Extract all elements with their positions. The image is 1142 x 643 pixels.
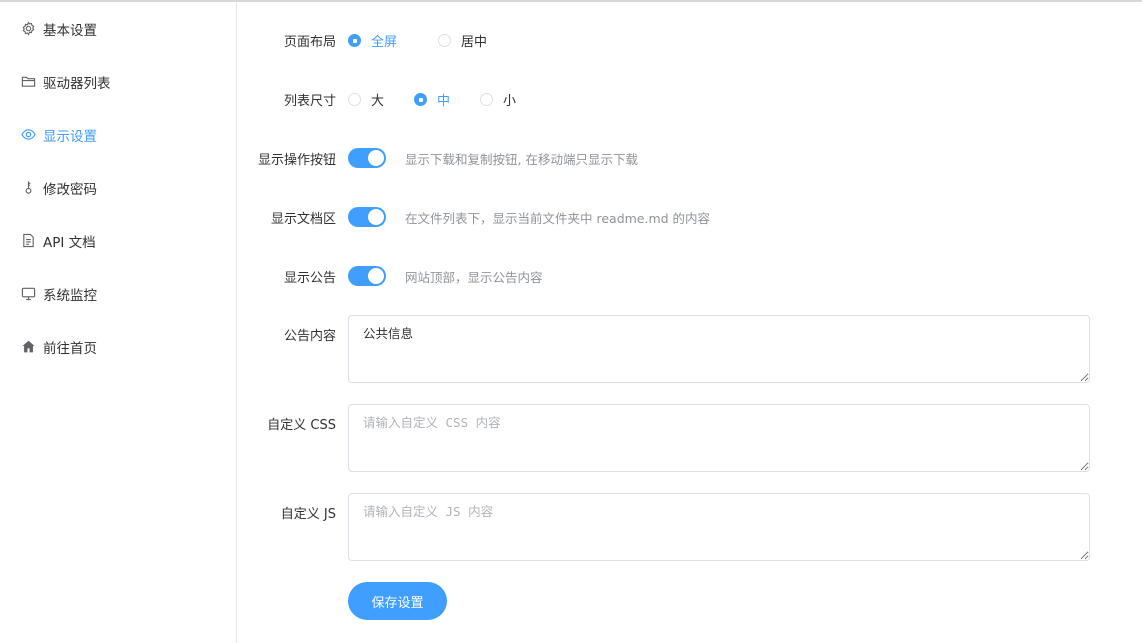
monitor-icon	[20, 286, 36, 302]
folder-icon	[20, 74, 36, 90]
show-notice-toggle[interactable]	[348, 266, 386, 286]
key-icon	[20, 180, 36, 196]
list-size-radio-group: 大 中 小	[348, 90, 516, 109]
sidebar-item-display-settings[interactable]: 显示设置	[0, 108, 236, 161]
sidebar-item-go-home[interactable]: 前往首页	[0, 320, 236, 373]
sidebar-item-label: 显示设置	[43, 128, 97, 145]
radio-label: 中	[437, 94, 451, 109]
radio-dot	[438, 34, 452, 47]
radio-label: 大	[371, 94, 385, 109]
home-icon	[20, 339, 36, 355]
list-size-radio-small[interactable]: 小	[480, 90, 516, 109]
document-icon	[20, 233, 36, 249]
radio-dot	[348, 34, 361, 47]
list-size-radio-medium[interactable]: 中	[414, 90, 450, 109]
radio-label: 全屏	[371, 35, 398, 50]
sidebar-item-label: 系统监控	[43, 287, 97, 304]
show-doc-label: 显示文档区	[270, 212, 336, 227]
eye-icon	[20, 127, 36, 143]
layout-label: 页面布局	[283, 35, 336, 50]
show-notice-label: 显示公告	[283, 271, 336, 286]
custom-css-textarea[interactable]	[348, 404, 1090, 472]
sidebar-item-label: 前往首页	[43, 340, 97, 357]
list-size-radio-large[interactable]: 大	[348, 90, 384, 109]
show-doc-toggle[interactable]	[348, 207, 386, 227]
radio-label: 居中	[461, 35, 488, 50]
sidebar-item-change-password[interactable]: 修改密码	[0, 161, 236, 214]
show-buttons-hint: 显示下载和复制按钮, 在移动端只显示下载	[405, 152, 638, 167]
list-size-label: 列表尺寸	[283, 94, 336, 109]
layout-radio-group: 全屏 居中	[348, 31, 487, 50]
show-buttons-label: 显示操作按钮	[257, 153, 336, 168]
radio-dot	[414, 93, 428, 106]
layout-radio-center[interactable]: 居中	[438, 31, 487, 50]
custom-js-label: 自定义 JS	[280, 507, 336, 522]
sidebar-item-label: 修改密码	[43, 181, 97, 198]
radio-dot	[480, 93, 494, 106]
show-doc-hint: 在文件列表下，显示当前文件夹中 readme.md 的内容	[405, 211, 711, 226]
custom-js-textarea[interactable]	[348, 493, 1090, 561]
sidebar-item-drive-list[interactable]: 驱动器列表	[0, 55, 236, 108]
show-buttons-toggle[interactable]	[348, 148, 386, 168]
radio-label: 小	[503, 94, 517, 109]
radio-dot	[348, 93, 361, 106]
sidebar-item-basic-settings[interactable]: 基本设置	[0, 2, 236, 55]
notice-content-textarea[interactable]: 公共信息	[348, 315, 1090, 383]
custom-css-label: 自定义 CSS	[267, 418, 336, 433]
notice-content-label: 公告内容	[283, 329, 336, 344]
sidebar: 基本设置 驱动器列表 显示设置 修改密码 API 文档 系统监控 前往首页	[0, 2, 237, 643]
sidebar-item-system-monitor[interactable]: 系统监控	[0, 267, 236, 320]
layout-radio-fullscreen[interactable]: 全屏	[348, 31, 397, 50]
show-notice-hint: 网站顶部，显示公告内容	[405, 270, 543, 285]
save-settings-button[interactable]: 保存设置	[348, 582, 447, 620]
sidebar-item-label: 基本设置	[43, 22, 97, 39]
sidebar-item-api-docs[interactable]: API 文档	[0, 214, 236, 267]
gear-icon	[20, 21, 36, 37]
sidebar-item-label: 驱动器列表	[43, 75, 111, 92]
sidebar-item-label: API 文档	[43, 234, 96, 251]
